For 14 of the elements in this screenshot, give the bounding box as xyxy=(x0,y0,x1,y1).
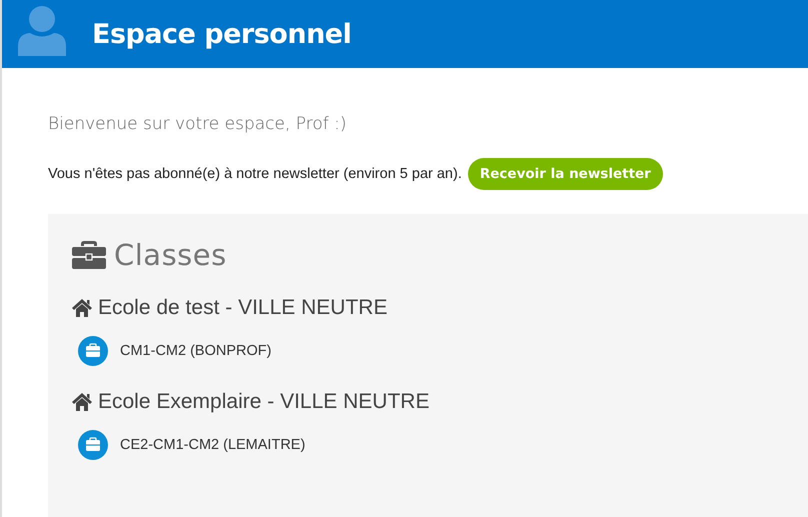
briefcase-icon xyxy=(78,336,108,366)
class-link[interactable]: CE2-CM1-CM2 (LEMAITRE) xyxy=(120,437,306,453)
briefcase-icon xyxy=(78,430,108,460)
briefcase-icon xyxy=(72,241,106,269)
class-link[interactable]: CM1-CM2 (BONPROF) xyxy=(120,343,272,359)
page-title: Espace personnel xyxy=(92,18,352,50)
school-name: Ecole de test - VILLE NEUTRE xyxy=(98,296,388,320)
welcome-message: Bienvenue sur votre espace, Prof :) xyxy=(48,114,348,134)
user-avatar-icon xyxy=(16,4,68,56)
home-icon xyxy=(72,393,92,411)
school-name: Ecole Exemplaire - VILLE NEUTRE xyxy=(98,390,430,414)
home-icon xyxy=(72,299,92,317)
section-title: Classes xyxy=(114,238,227,272)
newsletter-notice: Vous n'êtes pas abonné(e) à notre newsletter (environ 5 par an). xyxy=(48,166,462,182)
